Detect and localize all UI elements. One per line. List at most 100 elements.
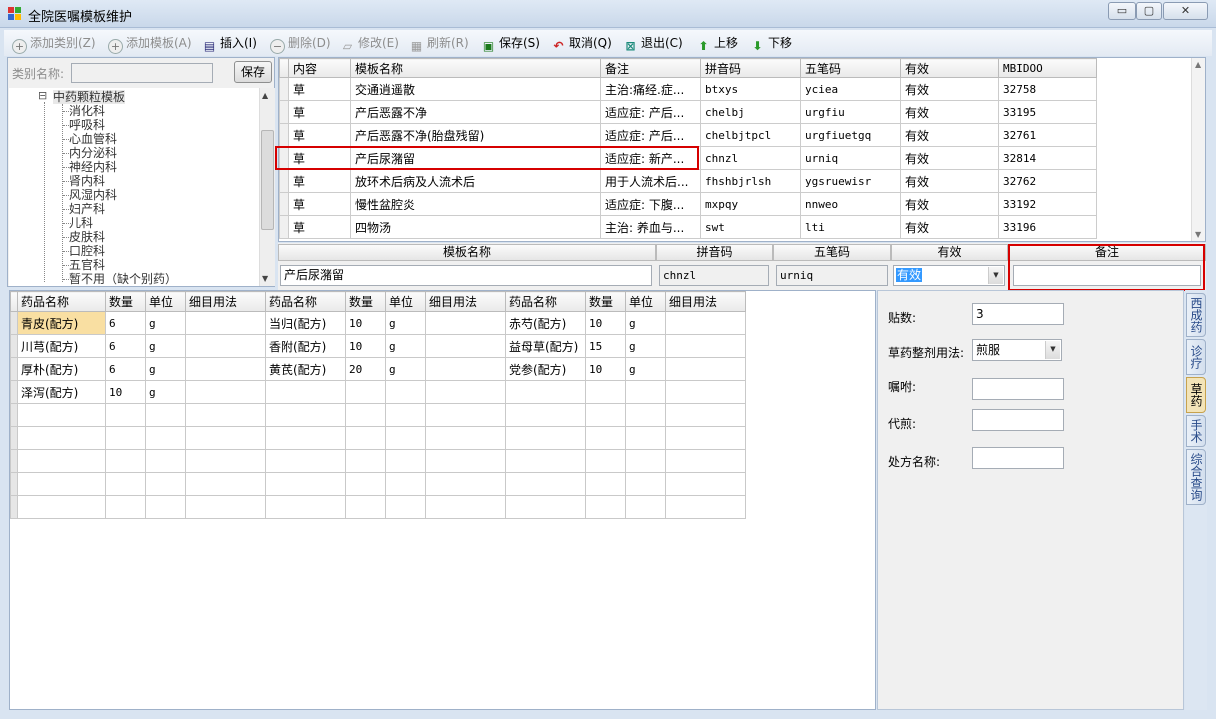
table-cell[interactable]: 香附(配方)	[265, 334, 346, 358]
table-cell[interactable]: 益母草(配方)	[505, 334, 586, 358]
table-cell[interactable]: 6	[105, 311, 146, 335]
table-cell[interactable]: chelbj	[700, 100, 801, 124]
table-cell[interactable]	[385, 380, 426, 404]
table-cell[interactable]: 33195	[998, 100, 1097, 124]
table-cell[interactable]: g	[385, 357, 426, 381]
col-header[interactable]: 数量	[105, 291, 146, 312]
table-cell[interactable]: 草	[288, 123, 351, 147]
table-cell[interactable]	[425, 380, 506, 404]
table-cell[interactable]	[385, 426, 426, 450]
table-cell[interactable]: 产后恶露不净(胎盘残留)	[350, 123, 601, 147]
table-cell[interactable]: g	[625, 334, 666, 358]
table-cell[interactable]: chnzl	[700, 146, 801, 170]
table-cell[interactable]: 32761	[998, 123, 1097, 147]
row-header[interactable]	[10, 380, 18, 404]
table-cell[interactable]	[345, 495, 386, 519]
table-cell[interactable]: g	[385, 311, 426, 335]
table-cell[interactable]	[145, 472, 186, 496]
col-header[interactable]: 药品名称	[505, 291, 586, 312]
table-row[interactable]: 草交通逍遥散 主治:痛经.症... btxys yciea 有效 32758	[279, 77, 1097, 101]
category-tree[interactable]: ⊟ 中药颗粒模板 消化科 呼吸科 心血管科 内分泌科 神经内科 肾内科 风湿内科 妇产科 儿科皮…	[9, 88, 259, 286]
table-cell[interactable]: 适应症: 下腹...	[600, 192, 701, 216]
tree-root[interactable]: 中药颗粒模板	[53, 90, 126, 104]
table-cell[interactable]: 10	[345, 334, 386, 358]
tree-item[interactable]: 暂不用（缺个别药）	[69, 272, 177, 286]
col-header[interactable]: 药品名称	[265, 291, 346, 312]
table-cell[interactable]: 用于人流术后...	[600, 169, 701, 193]
table-cell[interactable]	[185, 449, 266, 473]
table-cell[interactable]: ygsruewisr	[800, 169, 901, 193]
row-header[interactable]	[279, 123, 289, 147]
table-cell[interactable]	[265, 380, 346, 404]
table-cell[interactable]	[425, 334, 506, 358]
table-row[interactable]: 川芎(配方) 6 g 香附(配方) 10 g 益母草(配方) 15 g	[10, 334, 746, 358]
table-cell[interactable]: 适应症: 产后...	[600, 123, 701, 147]
table-cell[interactable]: 6	[105, 357, 146, 381]
table-cell[interactable]: 主治: 养血与...	[600, 215, 701, 239]
table-cell[interactable]	[345, 426, 386, 450]
table-row[interactable]	[10, 495, 746, 519]
col-header[interactable]: 单位	[385, 291, 426, 312]
table-cell[interactable]	[17, 449, 106, 473]
table-cell[interactable]: 草	[288, 100, 351, 124]
table-cell[interactable]	[265, 472, 346, 496]
table-cell[interactable]: g	[145, 357, 186, 381]
rx-name-input[interactable]	[972, 447, 1064, 469]
chevron-down-icon[interactable]: ▼	[1045, 341, 1060, 359]
table-cell[interactable]	[385, 495, 426, 519]
table-cell[interactable]	[185, 334, 266, 358]
tree-item[interactable]: 妇产科	[69, 202, 105, 216]
table-cell[interactable]: 泽泻(配方)	[17, 380, 106, 404]
table-cell[interactable]: g	[145, 311, 186, 335]
row-header[interactable]	[10, 426, 18, 450]
table-cell[interactable]	[385, 403, 426, 427]
table-cell[interactable]: 草	[288, 169, 351, 193]
table-cell[interactable]	[665, 334, 746, 358]
edit-button[interactable]: ▱ 修改(E)	[340, 34, 399, 53]
tree-item[interactable]: 消化科	[69, 104, 105, 118]
table-cell[interactable]: 32758	[998, 77, 1097, 101]
table-row[interactable]	[10, 472, 746, 496]
table-cell[interactable]	[665, 472, 746, 496]
tab-western-medicine[interactable]: 西成药	[1186, 293, 1206, 337]
table-cell[interactable]	[145, 449, 186, 473]
table-cell[interactable]: 10	[345, 311, 386, 335]
pinyin-input[interactable]: chnzl	[659, 265, 769, 286]
table-cell[interactable]: 草	[288, 192, 351, 216]
decoct-input[interactable]	[972, 409, 1064, 431]
table-cell[interactable]	[145, 495, 186, 519]
table-cell[interactable]: 有效	[900, 77, 999, 101]
table-cell[interactable]	[505, 472, 586, 496]
col-header[interactable]: 模板名称	[350, 58, 601, 78]
row-header[interactable]	[279, 100, 289, 124]
row-header[interactable]	[10, 495, 18, 519]
table-cell[interactable]: urniq	[800, 146, 901, 170]
table-cell[interactable]	[265, 426, 346, 450]
table-cell[interactable]	[385, 472, 426, 496]
scroll-thumb[interactable]	[261, 130, 274, 230]
tree-item[interactable]: 神经内科	[69, 160, 117, 174]
template-name-input[interactable]: 产后尿潴留	[280, 265, 652, 286]
table-cell[interactable]	[425, 311, 506, 335]
col-header[interactable]: 单位	[145, 291, 186, 312]
table-cell[interactable]	[17, 472, 106, 496]
table-cell[interactable]: mxpqy	[700, 192, 801, 216]
table-cell[interactable]: g	[145, 334, 186, 358]
col-header[interactable]: 内容	[288, 58, 351, 78]
table-row[interactable]: 草产后恶露不净(胎盘残留) 适应症: 产后... chelbjtpcl urgfiue…	[279, 123, 1097, 147]
row-header[interactable]	[10, 311, 18, 335]
tab-surgery[interactable]: 手术	[1186, 415, 1206, 447]
table-cell[interactable]: g	[625, 357, 666, 381]
table-cell[interactable]	[425, 495, 506, 519]
table-cell[interactable]: 赤芍(配方)	[505, 311, 586, 335]
row-header[interactable]	[10, 403, 18, 427]
col-header[interactable]: 数量	[585, 291, 626, 312]
col-header[interactable]: 药品名称	[17, 291, 106, 312]
insert-button[interactable]: ▤ 插入(I)	[202, 34, 257, 53]
table-cell[interactable]	[625, 380, 666, 404]
maximize-button[interactable]: ▢	[1136, 2, 1162, 20]
table-cell[interactable]	[505, 426, 586, 450]
row-header[interactable]	[10, 334, 18, 358]
col-header[interactable]: 五笔码	[800, 58, 901, 78]
table-cell[interactable]	[625, 403, 666, 427]
